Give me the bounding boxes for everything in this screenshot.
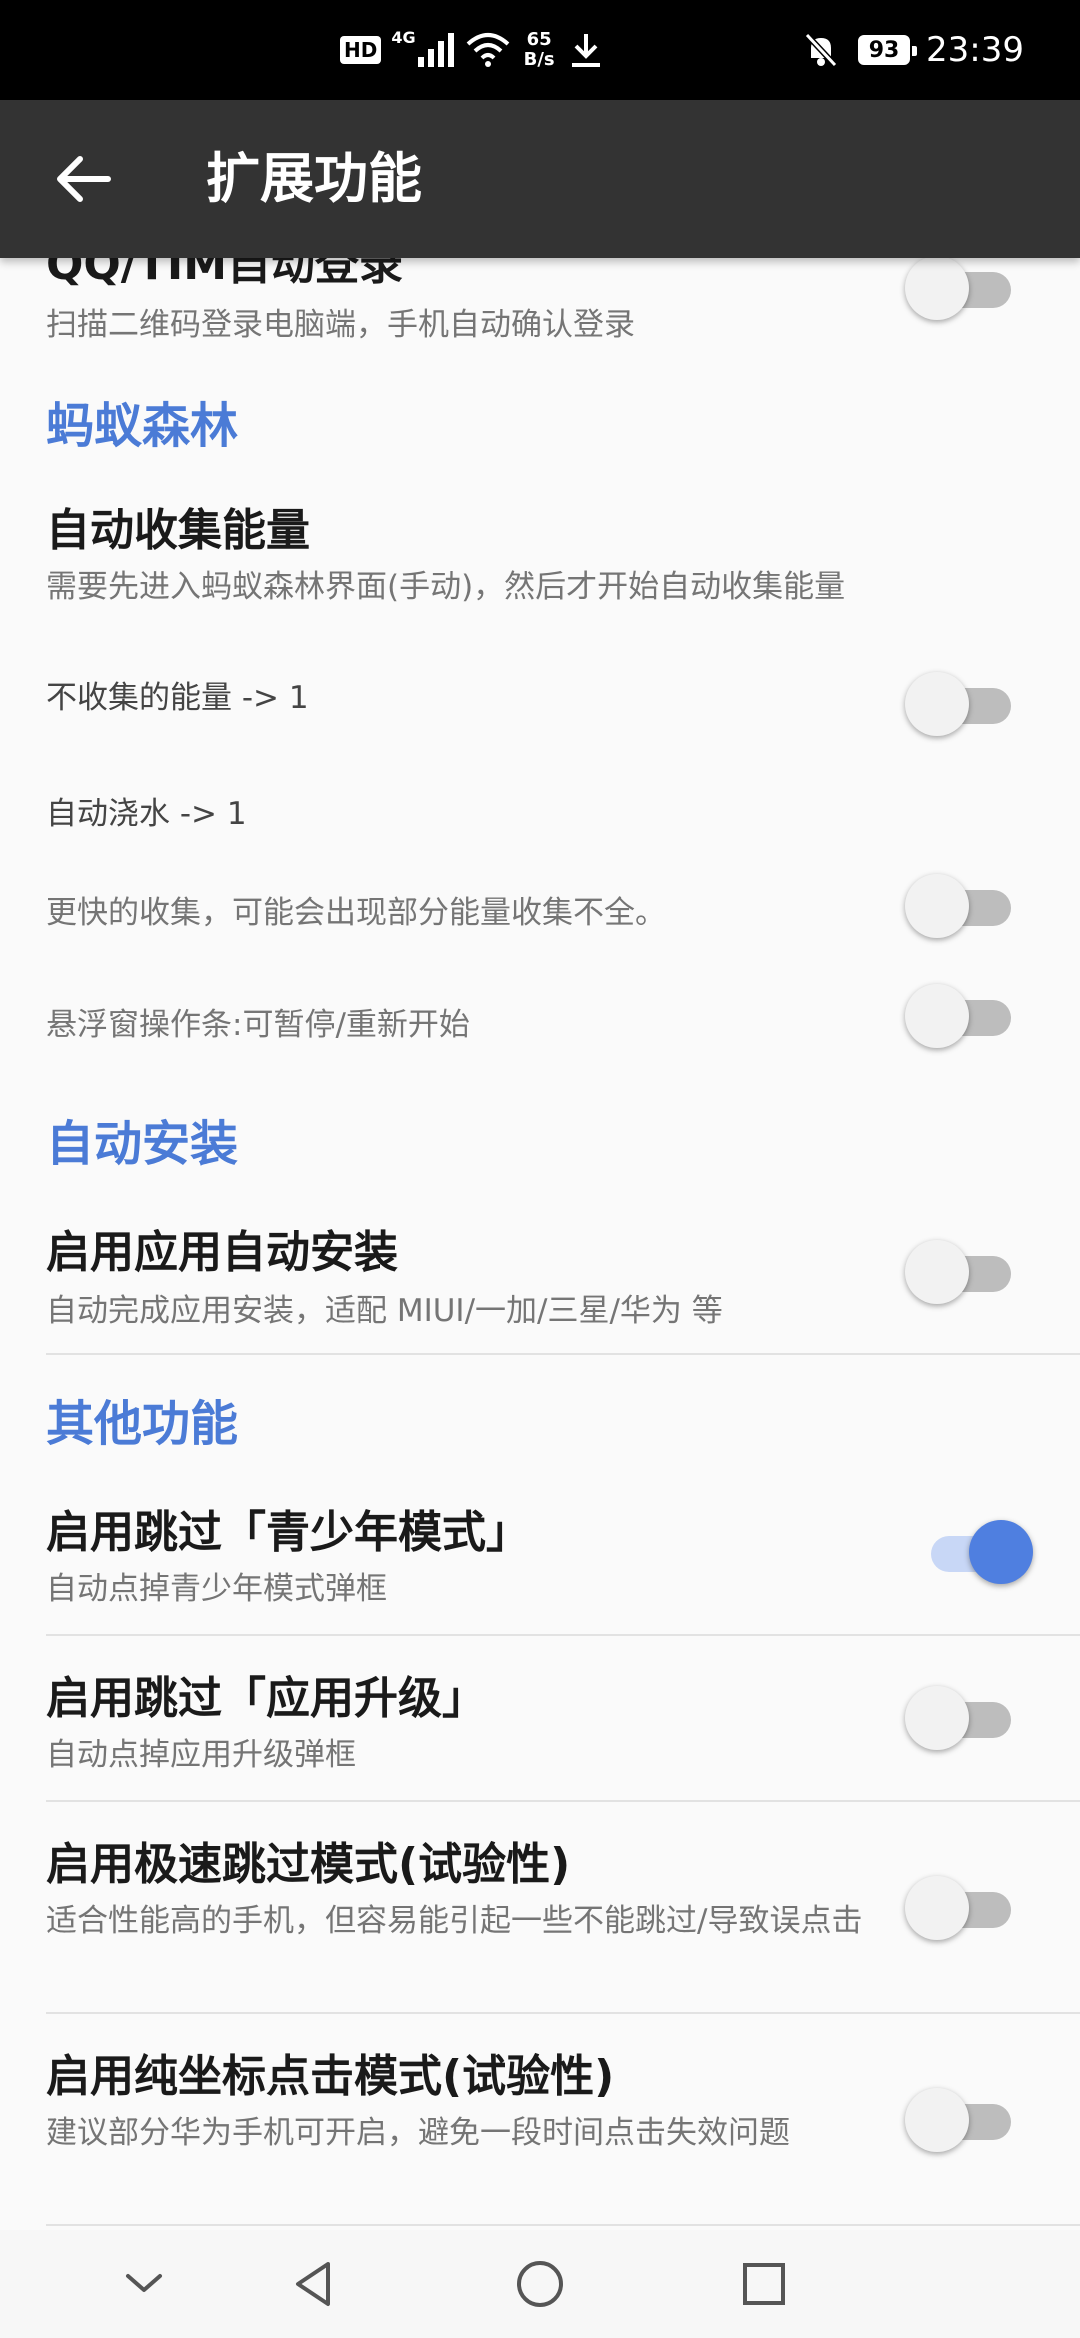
coord-click-switch[interactable] — [905, 2088, 1011, 2152]
net-speed-value: 65 — [526, 29, 552, 50]
hd-badge: HD — [340, 36, 382, 64]
arrow-left-icon[interactable] — [48, 144, 118, 214]
pref-summary: 自动完成应用安装，适配 MIUI/一加/三星/华为 等 — [46, 1293, 723, 1329]
bell-muted-icon — [804, 32, 838, 68]
pref-skip-teen-summary-row: 自动点掉青少年模式弹框 — [46, 1566, 906, 1612]
pref-summary: 适合性能高的手机，但容易能引起一些不能跳过/导致误点击 — [46, 1903, 863, 1939]
pref-auto-install[interactable]: 启用应用自动安装 — [46, 1216, 906, 1280]
pref-float-bar[interactable]: 悬浮窗操作条:可暂停/重新开始 — [46, 1002, 906, 1048]
pref-summary: 悬浮窗操作条:可暂停/重新开始 — [46, 1007, 470, 1043]
float-bar-switch[interactable] — [905, 984, 1011, 1048]
auto-collect-switch[interactable] — [905, 672, 1011, 736]
clock: 23:39 — [926, 30, 1024, 70]
pref-fast-skip[interactable]: 启用极速跳过模式(试验性) — [46, 1828, 906, 1892]
pref-fast-skip-summary-row: 适合性能高的手机，但容易能引起一些不能跳过/导致误点击 — [46, 1898, 906, 1944]
pref-qq-login-summary-row: 扫描二维码登录电脑端，手机自动确认登录 — [46, 302, 906, 348]
recents-square-icon[interactable] — [732, 2252, 796, 2316]
settings-list[interactable]: QQ/TIM自动登录 扫描二维码登录电脑端，手机自动确认登录 蚂蚁森林 自动收集… — [0, 258, 1080, 2230]
divider — [46, 1800, 1080, 1802]
divider — [46, 2224, 1080, 2226]
pref-summary: 扫描二维码登录电脑端，手机自动确认登录 — [46, 307, 635, 343]
pref-title: 启用应用自动安装 — [46, 1227, 398, 1278]
system-nav-bar — [0, 2230, 1080, 2338]
battery-icon: 93 — [858, 35, 918, 65]
pref-auto-water[interactable]: 自动浇水 -> 1 — [46, 788, 906, 833]
divider — [46, 1353, 1080, 1355]
app-bar: 扩展功能 — [0, 100, 1080, 258]
pref-coord-click-summary-row: 建议部分华为手机可开启，避免一段时间点击失效问题 — [46, 2110, 906, 2156]
pref-title: 启用纯坐标点击模式(试验性) — [46, 2051, 615, 2102]
qq-login-switch[interactable] — [905, 258, 1011, 320]
status-icons-left: HD 4G 65 B/s — [340, 0, 603, 100]
fast-collect-switch[interactable] — [905, 874, 1011, 938]
signal-icon — [417, 33, 454, 67]
category-other: 其他功能 — [46, 1396, 239, 1452]
pref-skip-upgrade-summary-row: 自动点掉应用升级弹框 — [46, 1732, 906, 1778]
pref-auto-collect-extra-row: 不收集的能量 -> 1 — [46, 672, 906, 717]
status-icons-right: 93 23:39 — [804, 0, 1024, 100]
download-icon — [571, 34, 600, 67]
net-speed-unit: B/s — [523, 49, 555, 70]
home-circle-icon[interactable] — [508, 2252, 572, 2316]
fast-skip-switch[interactable] — [905, 1876, 1011, 1940]
pref-fast-collect[interactable]: 更快的收集，可能会出现部分能量收集不全。 — [46, 890, 906, 936]
pref-title: 自动收集能量 — [46, 505, 310, 556]
category-ant-forest: 蚂蚁森林 — [46, 398, 239, 454]
divider — [46, 2012, 1080, 2014]
pref-auto-install-summary-row: 自动完成应用安装，适配 MIUI/一加/三星/华为 等 — [46, 1288, 906, 1334]
pref-coord-click[interactable]: 启用纯坐标点击模式(试验性) — [46, 2040, 906, 2104]
pref-summary: 需要先进入蚂蚁森林界面(手动)，然后才开始自动收集能量 — [46, 569, 846, 605]
chevron-down-icon[interactable] — [112, 2252, 176, 2316]
pref-summary: 自动点掉应用升级弹框 — [46, 1737, 356, 1773]
pref-summary: 自动点掉青少年模式弹框 — [46, 1571, 387, 1607]
pref-summary: 建议部分华为手机可开启，避免一段时间点击失效问题 — [46, 2115, 790, 2151]
skip-teen-switch[interactable] — [905, 1520, 1033, 1584]
pref-title: 启用极速跳过模式(试验性) — [46, 1839, 571, 1890]
network-type: 4G — [391, 28, 416, 47]
pref-summary: 更快的收集，可能会出现部分能量收集不全。 — [46, 895, 666, 931]
pref-title: QQ/TIM自动登录 — [46, 258, 404, 290]
back-triangle-icon[interactable] — [282, 2252, 346, 2316]
pref-title: 启用跳过「应用升级」 — [46, 1673, 486, 1724]
net-speed: 65 B/s — [524, 30, 555, 70]
pref-skip-upgrade[interactable]: 启用跳过「应用升级」 — [46, 1662, 906, 1726]
pref-extra: 不收集的能量 -> 1 — [46, 680, 309, 716]
divider — [46, 1634, 1080, 1636]
pref-auto-collect-summary-row: 需要先进入蚂蚁森林界面(手动)，然后才开始自动收集能量 — [46, 564, 906, 610]
pref-summary: 自动浇水 -> 1 — [46, 796, 247, 832]
page-title: 扩展功能 — [206, 147, 422, 210]
status-bar: HD 4G 65 B/s 93 23:39 — [0, 0, 1080, 100]
pref-title: 启用跳过「青少年模式」 — [46, 1507, 530, 1558]
pref-auto-collect[interactable]: 自动收集能量 — [46, 494, 906, 558]
pref-skip-teen[interactable]: 启用跳过「青少年模式」 — [46, 1496, 906, 1560]
pref-qq-login[interactable]: QQ/TIM自动登录 — [46, 258, 906, 292]
skip-upgrade-switch[interactable] — [905, 1686, 1011, 1750]
category-auto-install: 自动安装 — [46, 1116, 239, 1172]
auto-install-switch[interactable] — [905, 1240, 1011, 1304]
wifi-icon — [466, 33, 509, 67]
